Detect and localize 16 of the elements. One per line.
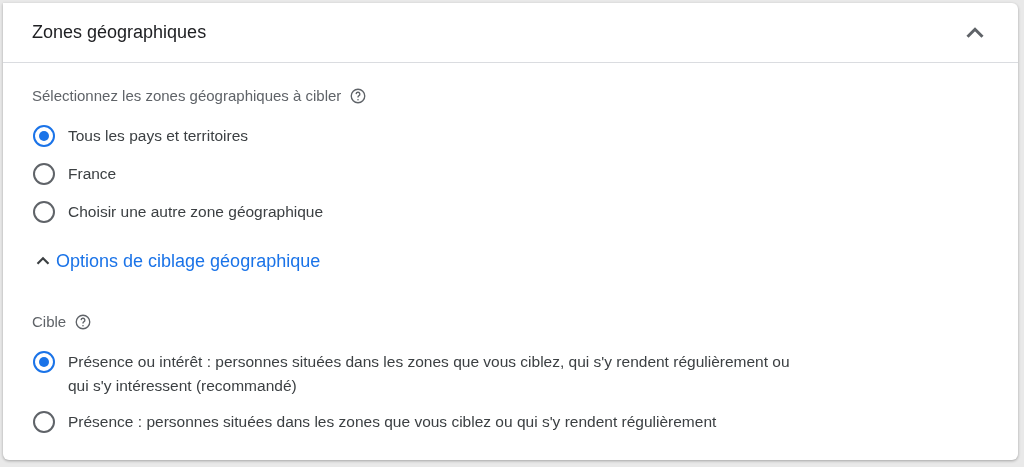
panel-title: Zones géographiques (32, 21, 207, 44)
radio-button[interactable] (32, 161, 56, 186)
section-label: Sélectionnez les zones géographiques à cibler (32, 86, 342, 106)
radio-button[interactable] (32, 199, 56, 224)
radio-label: Présence : personnes situées dans les zones que vous ciblez ou qui s'y rendent régulièrement (68, 411, 717, 432)
section-label: Cible (32, 312, 67, 332)
radio-button[interactable] (32, 409, 56, 434)
radio-label: France (68, 163, 117, 184)
radio-button[interactable] (32, 123, 56, 148)
radio-button[interactable] (32, 349, 56, 374)
help-icon[interactable] (349, 87, 368, 106)
radio-label: Présence ou intérêt : personnes situées dans les zones que vous ciblez, qui s'y rendent régulièrement ou qui s'y intéressent (recommandé) (68, 351, 791, 396)
help-icon[interactable] (74, 313, 93, 332)
radio-label: Tous les pays et territoires (68, 125, 249, 146)
options-link[interactable]: Options de ciblage géographique (32, 247, 321, 275)
radio-label: Choisir une autre zone géographique (68, 201, 324, 222)
